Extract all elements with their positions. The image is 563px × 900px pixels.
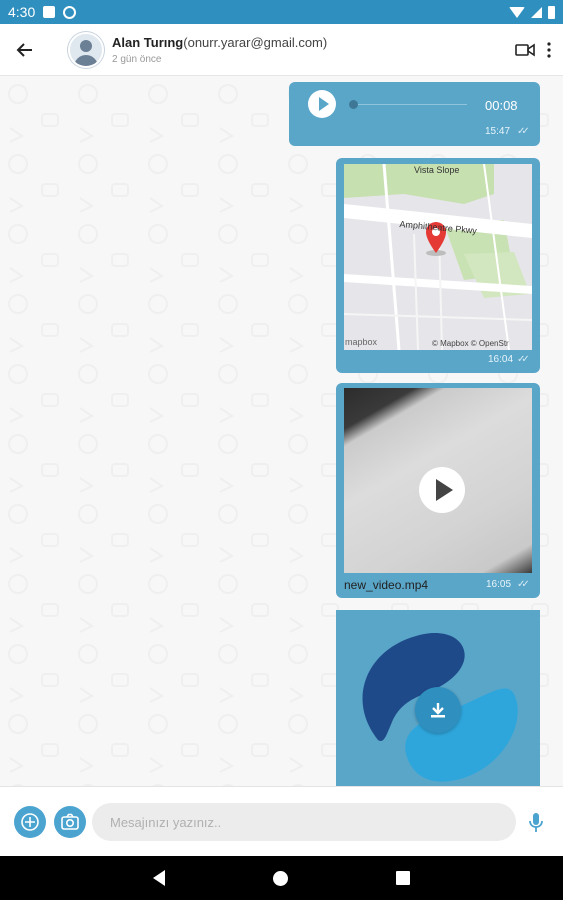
chat-header: Alan Turıng(onurr.yarar@gmail.com) 2 gün… [0, 24, 563, 76]
read-check-icon: ✓✓ [517, 126, 530, 137]
last-seen: 2 gün önce [112, 53, 162, 65]
map-thumbnail[interactable]: Vista Slope Amphitheatre Pkwy mapbox © M… [344, 164, 532, 350]
read-check-icon: ✓✓ [517, 354, 530, 365]
video-thumbnail[interactable] [344, 388, 532, 573]
more-vert-icon[interactable] [547, 41, 551, 58]
read-check-icon: ✓✓ [517, 579, 530, 590]
status-time: 4:30 [8, 4, 36, 20]
mapbox-logo: mapbox [345, 337, 378, 347]
status-bar: 4:30 [0, 0, 563, 24]
contact-email: (onurr.yarar@gmail.com) [183, 34, 328, 50]
camera-button[interactable] [54, 806, 86, 838]
sync-icon [63, 5, 77, 19]
system-nav-bar [0, 856, 563, 900]
avatar[interactable] [68, 31, 104, 68]
message-time: 16:05 [486, 579, 512, 590]
chat-area[interactable]: 00:08 15:47 ✓✓ Vista Slope Amphitheatre … [0, 76, 563, 786]
sd-card-icon [43, 6, 56, 18]
nav-home-icon[interactable] [273, 870, 288, 886]
nav-recents-icon[interactable] [396, 871, 410, 885]
battery-icon [548, 5, 555, 19]
wifi-icon [509, 6, 525, 18]
video-message[interactable]: new_video.mp4 16:05 ✓✓ [336, 383, 540, 598]
back-button[interactable] [0, 24, 50, 76]
download-button[interactable] [415, 687, 461, 733]
video-play-button[interactable] [419, 467, 465, 513]
message-input[interactable] [92, 803, 516, 841]
audio-progress-knob[interactable] [349, 100, 358, 109]
composer [0, 786, 563, 856]
audio-message: 00:08 15:47 ✓✓ [289, 82, 540, 146]
signal-icon [531, 6, 542, 18]
camera-icon [61, 813, 79, 830]
back-arrow-icon [16, 42, 32, 57]
image-message[interactable] [336, 610, 540, 786]
contact-name: Alan Turıng [112, 34, 184, 50]
audio-progress-track[interactable] [349, 104, 467, 105]
add-circle-icon [21, 813, 39, 831]
video-call-icon[interactable] [515, 43, 535, 57]
contact-info[interactable]: Alan Turıng(onurr.yarar@gmail.com) 2 gün… [112, 35, 327, 65]
nav-back-icon[interactable] [153, 870, 165, 886]
map-attribution: © Mapbox © OpenStr [432, 339, 509, 348]
video-filename: new_video.mp4 [344, 578, 429, 592]
message-time: 16:04 [488, 354, 514, 365]
mic-icon[interactable] [528, 812, 544, 834]
audio-play-button[interactable] [308, 90, 336, 118]
download-icon [431, 703, 445, 718]
map-label-top: Vista Slope [414, 165, 460, 175]
attach-button[interactable] [14, 806, 46, 838]
message-time: 15:47 [485, 126, 511, 137]
location-message[interactable]: Vista Slope Amphitheatre Pkwy mapbox © M… [336, 158, 540, 373]
audio-duration: 00:08 [485, 98, 518, 113]
